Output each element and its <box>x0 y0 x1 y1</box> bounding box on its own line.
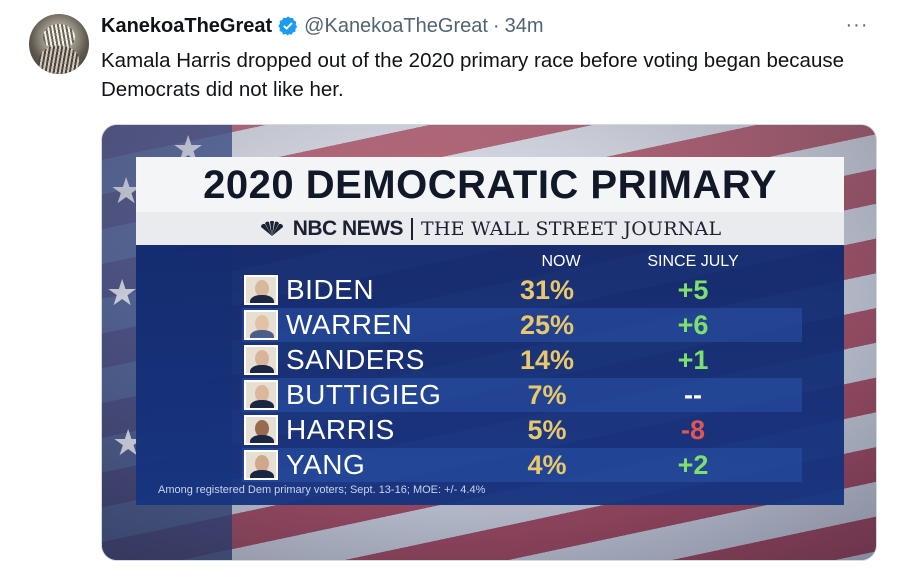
separator: · <box>492 14 500 37</box>
candidate-name: BUTTIGIEG <box>286 379 442 410</box>
wsj-label: THE WALL STREET JOURNAL <box>421 217 722 240</box>
since-july-value: +5 <box>677 275 709 305</box>
verified-badge-icon <box>278 16 298 36</box>
now-value: 4% <box>527 450 567 480</box>
now-value: 5% <box>527 415 567 445</box>
now-value: 25% <box>519 310 575 340</box>
candidate-name: BIDEN <box>286 274 375 305</box>
handle[interactable]: @KanekoaTheGreat <box>304 15 488 38</box>
now-value: 7% <box>527 380 567 410</box>
tweet-media[interactable]: ★ ★ ★ ★ 2020 DEMOCRATIC PRIMARY NBC NEWS… <box>101 124 877 561</box>
timestamp[interactable]: 34m <box>505 15 544 38</box>
poll-footnote: Among registered Dem primary voters; Sep… <box>158 484 486 496</box>
column-header-now: NOW <box>541 253 581 270</box>
candidate-name: WARREN <box>286 309 413 340</box>
poll-table: NOW SINCE JULY BIDEN 31% +5 WARREN 25% +… <box>136 245 844 505</box>
since-july-value: -- <box>684 380 702 410</box>
nbc-peacock-icon <box>260 220 283 236</box>
tweet-text: Kamala Harris dropped out of the 2020 pr… <box>101 49 845 101</box>
candidate-photo <box>244 345 278 375</box>
table-row: YANG 4% +2 <box>242 448 802 482</box>
poll-graphic: 2020 DEMOCRATIC PRIMARY NBC NEWS THE WAL… <box>136 157 844 505</box>
tweet-header: KanekoaTheGreat @KanekoaTheGreat · 34m <box>101 14 544 38</box>
graphic-sources: NBC NEWS THE WALL STREET JOURNAL <box>136 212 844 245</box>
table-row: SANDERS 14% +1 <box>242 343 802 377</box>
candidate-name: HARRIS <box>286 414 395 445</box>
table-row: BUTTIGIEG 7% -- <box>242 378 802 412</box>
since-july-value: +1 <box>677 345 709 375</box>
table-row: BIDEN 31% +5 <box>242 273 802 307</box>
candidate-photo <box>244 275 278 305</box>
graphic-title: 2020 DEMOCRATIC PRIMARY <box>136 157 844 212</box>
since-july-value: +2 <box>677 450 709 480</box>
more-options-icon[interactable]: ··· <box>844 14 870 38</box>
display-name[interactable]: KanekoaTheGreat <box>101 15 272 38</box>
now-value: 31% <box>519 275 575 305</box>
candidate-name: YANG <box>286 449 366 480</box>
nbc-news-label: NBC NEWS <box>292 216 404 240</box>
since-july-value: +6 <box>677 310 709 340</box>
candidate-photo <box>244 415 278 445</box>
since-july-value: -8 <box>680 415 705 445</box>
candidate-photo <box>244 380 278 410</box>
candidate-name: SANDERS <box>286 344 425 375</box>
table-row: HARRIS 5% -8 <box>242 413 802 447</box>
tweet: KanekoaTheGreat @KanekoaTheGreat · 34m ·… <box>0 0 910 578</box>
now-value: 14% <box>519 345 575 375</box>
avatar[interactable] <box>29 14 89 74</box>
candidate-photo <box>244 310 278 340</box>
column-header-since-july: SINCE JULY <box>647 253 739 270</box>
source-divider <box>411 217 414 240</box>
table-row: WARREN 25% +6 <box>242 308 802 342</box>
candidate-photo <box>244 450 278 480</box>
